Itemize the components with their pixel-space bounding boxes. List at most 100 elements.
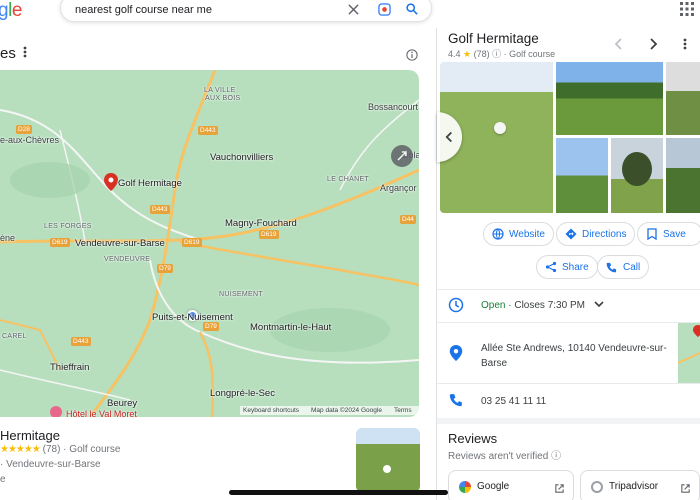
divider (437, 383, 700, 384)
tree-image (622, 152, 652, 186)
place-phone[interactable]: 03 25 41 11 11 (481, 396, 546, 407)
apps-grid-icon[interactable] (680, 2, 694, 16)
search-input[interactable]: nearest golf course near me (75, 4, 212, 16)
external-link-icon (680, 481, 691, 493)
reviews-title: Reviews (448, 431, 498, 446)
call-button[interactable]: Call (597, 255, 650, 279)
map-label: AUX BOIS (205, 95, 241, 102)
share-icon (544, 261, 557, 274)
hotel-pin-icon[interactable] (50, 406, 62, 417)
hours-row[interactable]: Open · Closes 7:30 PM (481, 300, 604, 311)
map-label-hotel[interactable]: Hôtel le Val Moret (66, 409, 137, 417)
share-label: Share (562, 261, 589, 273)
map-label: Argançor (380, 183, 417, 193)
top-bar: gle nearest golf course near me (0, 0, 700, 26)
map-label: Magny-Fouchard (225, 218, 297, 229)
info-icon[interactable] (406, 48, 420, 62)
result-more: e (0, 474, 6, 485)
website-label: Website (509, 228, 545, 240)
mini-map-thumbnail[interactable] (678, 323, 700, 383)
road-badge: D79 (157, 264, 173, 273)
road-badge: D443 (198, 126, 218, 135)
panel-divider (436, 28, 437, 500)
keyboard-shortcuts-link[interactable]: Keyboard shortcuts (243, 407, 299, 414)
search-box[interactable]: nearest golf course near me (60, 0, 432, 22)
phone-icon (449, 393, 465, 409)
next-result-icon[interactable] (648, 37, 660, 50)
directions-button[interactable]: Directions (556, 222, 636, 246)
bookmark-icon (645, 228, 658, 241)
place-subtitle: 4.4 ★ (78) ⓘ · Golf course (448, 49, 556, 59)
chevron-left-icon (445, 131, 452, 143)
reviews-subtitle: Reviews aren't verified ⓘ (448, 447, 561, 462)
more-options-icon[interactable] (23, 45, 31, 59)
home-indicator (229, 490, 448, 495)
map-label: ène (0, 233, 16, 243)
map-label: Puits-et-Nuisement (152, 312, 233, 323)
place-category: Golf course (509, 49, 556, 59)
map-label: LE CHANET (327, 176, 369, 183)
review-source-tripadvisor[interactable]: Tripadvisor (580, 470, 700, 500)
road-badge: D443 (150, 205, 170, 214)
road-badge: D443 (71, 337, 91, 346)
clear-icon[interactable] (346, 2, 360, 16)
place-photo[interactable] (556, 62, 663, 135)
map-label: LES FORGES (44, 223, 92, 230)
road-badge: D44 (400, 215, 416, 224)
more-options-icon[interactable] (683, 37, 689, 51)
review-source-google[interactable]: Google (448, 470, 574, 500)
map-label: Thieffrain (50, 362, 90, 373)
share-button[interactable]: Share (536, 255, 598, 279)
map-attribution: Keyboard shortcuts Map data ©2024 Google T… (240, 406, 419, 415)
place-review-count[interactable]: (78) (474, 49, 490, 59)
open-status: Open (481, 300, 506, 312)
google-g-icon (459, 481, 471, 493)
result-thumbnail[interactable] (356, 428, 420, 492)
clock-icon (448, 297, 464, 313)
call-label: Call (623, 261, 641, 273)
globe-icon (491, 228, 504, 241)
review-source-label: Google (477, 481, 510, 492)
map-label: NUISEMENT (219, 291, 263, 298)
golf-ball-image (494, 122, 506, 134)
map-label-golf[interactable]: Golf Hermitage (118, 178, 182, 189)
terms-link[interactable]: Terms (394, 407, 412, 414)
road-badge: D619 (50, 238, 70, 247)
search-icon[interactable] (405, 2, 419, 16)
map-label: Bossancourt (368, 102, 419, 112)
info-icon[interactable]: ⓘ (551, 451, 561, 462)
previous-result-icon[interactable] (614, 37, 626, 50)
tripadvisor-icon (591, 481, 603, 493)
map-label: CAREL (2, 333, 27, 340)
phone-icon (605, 261, 618, 274)
result-review-count: (78) (42, 444, 61, 455)
map-label: VENDEUVRE (104, 256, 151, 263)
place-photo[interactable] (666, 62, 700, 135)
place-title: Golf Hermitage (448, 31, 539, 46)
save-button[interactable]: Save (637, 222, 700, 246)
chevron-down-icon[interactable] (594, 300, 604, 311)
directions-icon (564, 228, 577, 241)
map[interactable]: LA VILLE AUX BOIS Bossancourt e-aux-Chèv… (0, 70, 419, 417)
result-address: · Vendeuvre-sur-Barse (0, 459, 101, 470)
compass-icon[interactable] (391, 145, 413, 167)
map-label: Vauchonvilliers (210, 152, 274, 163)
map-label: e-aux-Chèvres (0, 135, 60, 145)
road-badge: D79 (203, 322, 219, 331)
place-photo[interactable] (556, 138, 608, 213)
place-photo[interactable] (666, 138, 700, 213)
place-address[interactable]: Allée Ste Andrews, 10140 Vendeuvre-sur-B… (481, 341, 671, 371)
place-photo[interactable] (611, 138, 663, 213)
website-button[interactable]: Website (483, 222, 554, 246)
google-logo[interactable]: gle (0, 0, 22, 22)
logo-letter: e (11, 0, 23, 21)
place-pin-icon[interactable] (104, 173, 118, 191)
map-label: Longpré-le-Sec (210, 388, 275, 399)
lens-icon[interactable] (377, 2, 391, 16)
star-icon: ★ (463, 49, 472, 59)
map-label: Beurey (107, 398, 138, 409)
place-rating: 4.4 (448, 49, 461, 59)
result-title[interactable]: Hermitage (0, 428, 60, 443)
info-icon[interactable]: ⓘ (492, 49, 501, 59)
reviews-note: Reviews aren't verified (448, 451, 549, 462)
